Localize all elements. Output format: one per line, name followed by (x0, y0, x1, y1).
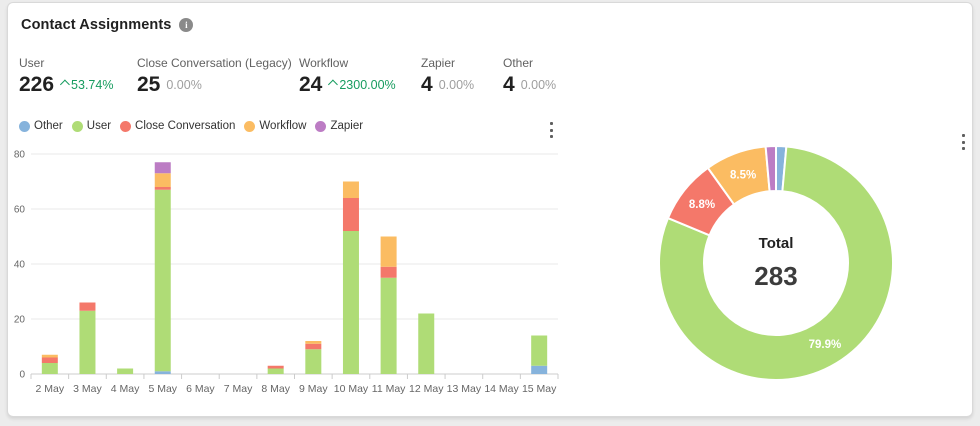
legend-dot-workflow-icon (244, 121, 255, 132)
legend-dot-other-icon (19, 121, 30, 132)
stat-close-conversation-legacy: Close Conversation (Legacy) 25 0.00% (137, 56, 292, 95)
svg-text:9 May: 9 May (299, 383, 328, 395)
svg-text:60: 60 (14, 205, 26, 216)
svg-text:7 May: 7 May (224, 383, 253, 395)
svg-text:10 May: 10 May (334, 383, 369, 395)
bar-segment[interactable] (305, 344, 321, 350)
legend-dot-user-icon (72, 121, 83, 132)
bar-segment[interactable] (343, 182, 359, 199)
caret-up-icon (328, 80, 338, 90)
legend-item-other[interactable]: Other (19, 120, 63, 132)
stat-delta: 0.00% (521, 78, 556, 92)
svg-text:2 May: 2 May (36, 383, 65, 395)
bar-segment[interactable] (42, 363, 58, 374)
svg-text:13 May: 13 May (447, 383, 482, 395)
caret-up-icon (60, 80, 70, 90)
svg-text:12 May: 12 May (409, 383, 444, 395)
bar-chart-legend: Other User Close Conversation Workflow Z… (19, 120, 363, 132)
donut-chart[interactable]: 79.9% 8.8% 8.5% (656, 141, 901, 386)
bar-segment[interactable] (42, 358, 58, 364)
legend-item-zapier[interactable]: Zapier (315, 120, 363, 132)
svg-text:3 May: 3 May (73, 383, 102, 395)
stat-value: 226 (19, 74, 54, 95)
stat-delta: 53.74% (60, 78, 113, 92)
bar-segment[interactable] (117, 369, 133, 375)
bar-segment[interactable] (381, 267, 397, 278)
stat-label: Close Conversation (Legacy) (137, 56, 292, 70)
bar-segment[interactable] (381, 278, 397, 374)
svg-text:14 May: 14 May (484, 383, 519, 395)
page-title: Contact Assignments (21, 17, 171, 33)
bar-segment[interactable] (418, 314, 434, 375)
legend-dot-close-conversation-icon (120, 121, 131, 132)
bar-segment[interactable] (343, 198, 359, 231)
stat-label: Workflow (299, 56, 396, 70)
svg-text:11 May: 11 May (372, 383, 406, 395)
stat-value: 4 (503, 74, 515, 95)
stat-value: 25 (137, 74, 160, 95)
stat-label: Zapier (421, 56, 474, 70)
bar-segment[interactable] (268, 369, 284, 375)
info-icon[interactable]: i (179, 18, 193, 32)
stat-other: Other 4 0.00% (503, 56, 556, 95)
stat-delta: 0.00% (166, 78, 201, 92)
svg-text:4 May: 4 May (111, 383, 140, 395)
bar-segment[interactable] (155, 173, 171, 187)
legend-dot-zapier-icon (315, 121, 326, 132)
stat-zapier: Zapier 4 0.00% (421, 56, 474, 95)
donut-chart-menu-icon[interactable] (956, 133, 970, 151)
svg-text:5 May: 5 May (148, 383, 177, 395)
bar-segment[interactable] (268, 366, 284, 369)
stacked-bar-chart[interactable]: 0 20 40 60 80 2 May 3 May 4 May 5 May 6 May 7 May 8… (8, 143, 580, 405)
bar-segment[interactable] (305, 341, 321, 344)
stat-workflow: Workflow 24 2300.00% (299, 56, 396, 95)
card-header: Contact Assignments i (21, 17, 193, 33)
bar-segment[interactable] (155, 162, 171, 173)
svg-text:40: 40 (14, 260, 26, 271)
stat-delta: 0.00% (439, 78, 474, 92)
bar-segment[interactable] (343, 231, 359, 374)
legend-item-close-conversation[interactable]: Close Conversation (120, 120, 235, 132)
bar-segment[interactable] (305, 349, 321, 374)
bar-chart-menu-icon[interactable] (544, 121, 558, 139)
bar-segment[interactable] (79, 303, 95, 311)
stat-delta: 2300.00% (328, 78, 395, 92)
stat-value: 24 (299, 74, 322, 95)
svg-text:20: 20 (14, 315, 26, 326)
donut-slice-label: 8.8% (689, 199, 715, 211)
contact-assignments-card: Contact Assignments i User 226 53.74% Cl… (7, 2, 973, 417)
bar-segment[interactable] (79, 311, 95, 374)
bar-segment[interactable] (42, 355, 58, 358)
donut-slice-label: 79.9% (809, 339, 842, 351)
svg-text:8 May: 8 May (261, 383, 290, 395)
stat-label: Other (503, 56, 556, 70)
bar-segment[interactable] (531, 336, 547, 366)
svg-text:80: 80 (14, 150, 26, 161)
stat-user: User 226 53.74% (19, 56, 113, 95)
legend-item-user[interactable]: User (72, 120, 111, 132)
stat-label: User (19, 56, 113, 70)
svg-text:0: 0 (19, 370, 25, 381)
bar-segment[interactable] (531, 366, 547, 374)
svg-text:15 May: 15 May (522, 383, 557, 395)
bar-segment[interactable] (155, 187, 171, 190)
bar-segment[interactable] (381, 237, 397, 267)
svg-text:6 May: 6 May (186, 383, 215, 395)
bar-segment[interactable] (155, 371, 171, 374)
bar-segment[interactable] (155, 190, 171, 372)
legend-item-workflow[interactable]: Workflow (244, 120, 306, 132)
donut-slice-label: 8.5% (730, 169, 756, 181)
stat-value: 4 (421, 74, 433, 95)
